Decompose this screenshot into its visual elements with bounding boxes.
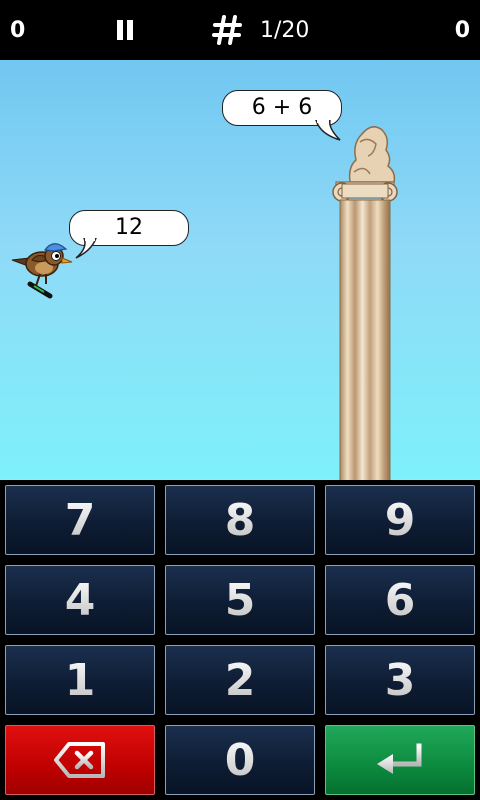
score-left: 0	[10, 18, 26, 43]
pause-button[interactable]	[112, 16, 138, 46]
key-0[interactable]: 0	[165, 725, 315, 795]
enter-button[interactable]	[325, 725, 475, 795]
score-right: 0	[454, 18, 470, 43]
key-7[interactable]: 7	[5, 485, 155, 555]
hash-icon	[212, 15, 242, 45]
key-1[interactable]: 1	[5, 645, 155, 715]
pause-icon	[117, 20, 123, 40]
key-6[interactable]: 6	[325, 565, 475, 635]
key-8[interactable]: 8	[165, 485, 315, 555]
top-bar: 0 1/20 0	[0, 0, 480, 60]
key-9[interactable]: 9	[325, 485, 475, 555]
key-5[interactable]: 5	[165, 565, 315, 635]
key-4[interactable]: 4	[5, 565, 155, 635]
game-scene: 6 + 6 12	[0, 60, 480, 480]
question-progress: 1/20	[260, 18, 310, 43]
question-bubble-tail	[315, 120, 341, 141]
bird-character	[11, 243, 73, 299]
game-screen: 0 1/20 0 6 + 6 12 7 8 9 4 5 6 1 2 3 0	[0, 0, 480, 800]
backspace-icon	[54, 742, 105, 778]
backspace-button[interactable]	[5, 725, 155, 795]
statue-column	[332, 126, 398, 480]
answer-bubble-tail	[75, 238, 97, 259]
enter-icon	[377, 743, 422, 774]
key-3[interactable]: 3	[325, 645, 475, 715]
number-keypad: 7 8 9 4 5 6 1 2 3 0	[0, 480, 480, 800]
key-2[interactable]: 2	[165, 645, 315, 715]
